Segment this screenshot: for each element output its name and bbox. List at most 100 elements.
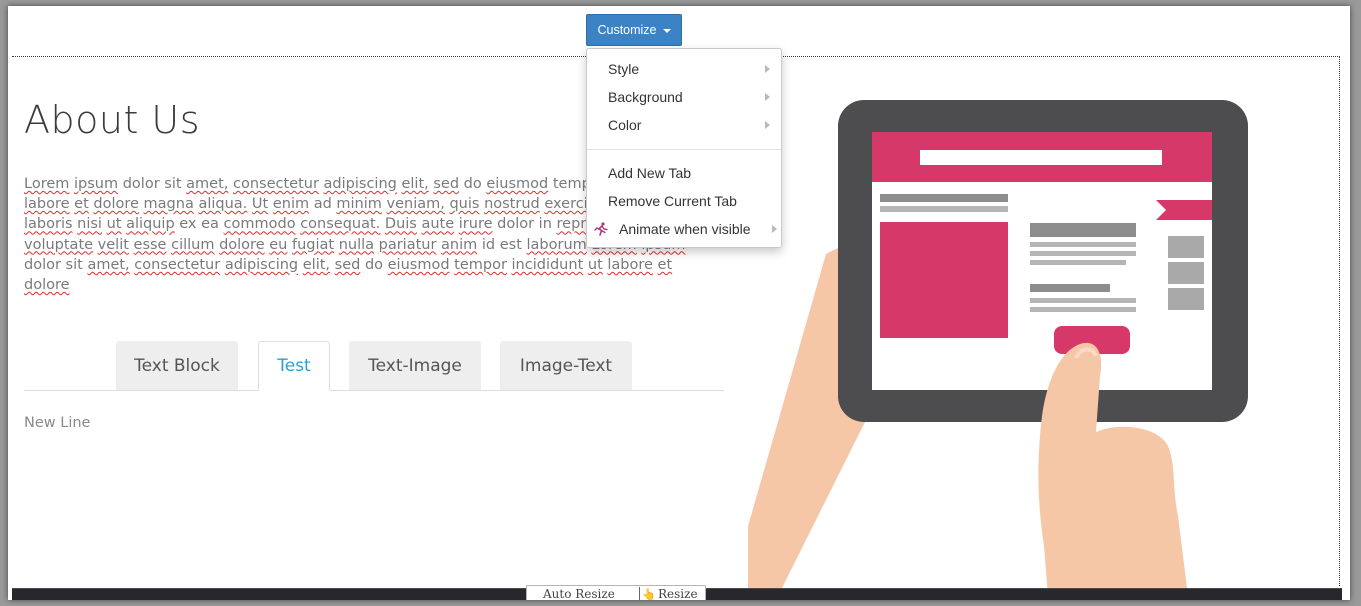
- screen-thumbnail: [1168, 236, 1204, 258]
- paragraph-word: dolor: [122, 176, 160, 192]
- paragraph-word: nisi: [77, 216, 102, 233]
- paragraph-word: ea: [201, 216, 219, 233]
- screen-text-line: [880, 194, 1008, 202]
- paragraph-word: et: [74, 196, 89, 213]
- screen-thumbnail: [1168, 288, 1204, 310]
- paragraph-word: Duis: [384, 216, 417, 233]
- menu-item-label: Add New Tab: [608, 165, 692, 181]
- paragraph-word: anim: [441, 236, 478, 253]
- paragraph-word: ipsum: [74, 176, 119, 192]
- paragraph-word: nostrud: [484, 196, 540, 213]
- paragraph-word: nulla: [338, 236, 375, 253]
- paragraph-word: Ut: [251, 196, 269, 213]
- screen-text-line: [1030, 307, 1136, 312]
- screen-text-line: [1030, 284, 1110, 292]
- paragraph-word: magna: [143, 196, 194, 213]
- menu-item-label: Style: [608, 61, 640, 77]
- paragraph-word: sed: [433, 176, 460, 192]
- tab-text-image[interactable]: Text-Image: [349, 341, 481, 390]
- paragraph-word: labore: [24, 196, 70, 213]
- menu-item-label: Animate when visible: [619, 221, 751, 237]
- paragraph-word: amet,: [186, 176, 229, 192]
- paragraph-word: aute: [421, 216, 455, 233]
- customize-button[interactable]: Customize: [586, 14, 682, 46]
- paragraph-word: eu: [269, 236, 288, 253]
- screen-thumbnail: [1168, 262, 1204, 284]
- paragraph-word: enim: [272, 196, 310, 213]
- screen-text-line: [1030, 251, 1136, 256]
- paragraph-word: irure: [458, 216, 493, 233]
- paragraph-word: ut: [587, 256, 603, 273]
- paragraph-word: dolore: [93, 196, 139, 213]
- paragraph-word: voluptate: [24, 236, 94, 253]
- menu-item-label: Color: [608, 117, 642, 133]
- paragraph-word: adipiscing: [323, 176, 397, 192]
- paragraph-word: id: [481, 236, 496, 253]
- paragraph-word: adipiscing: [224, 256, 299, 273]
- paragraph-word: laboris: [24, 216, 73, 233]
- menu-item-background[interactable]: Background: [587, 85, 781, 109]
- paragraph-word: est: [499, 236, 522, 253]
- chevron-right-icon: [765, 93, 770, 101]
- paragraph-word: consectetur: [134, 256, 221, 273]
- paragraph-word: elit,: [401, 176, 429, 192]
- paragraph-word: cillum: [171, 236, 215, 253]
- screen-text-line: [1030, 260, 1126, 265]
- paragraph-word: elit,: [302, 256, 331, 273]
- menu-item-add-new-tab[interactable]: Add New Tab: [587, 161, 781, 185]
- resize-button[interactable]: Resize: [652, 587, 698, 600]
- paragraph-word: eiusmod: [486, 176, 549, 192]
- paragraph-word: Lorem: [24, 176, 70, 192]
- menu-item-label: Remove Current Tab: [608, 193, 737, 209]
- screen-text-line: [1030, 298, 1136, 303]
- paragraph-word: aliquip: [126, 216, 175, 233]
- auto-resize-button[interactable]: Auto Resize: [527, 587, 637, 600]
- paragraph-word: esse: [133, 236, 167, 253]
- paragraph-word: dolor: [497, 216, 535, 233]
- page-heading: About Us: [24, 98, 201, 142]
- paragraph-word: fugiat: [291, 236, 335, 253]
- paragraph-word: incididunt: [511, 256, 584, 273]
- paragraph-word: laborum: [526, 236, 587, 253]
- paragraph-word: ut: [106, 216, 122, 233]
- running-man-icon: [594, 222, 608, 236]
- tab-content-text: New Line: [24, 415, 91, 431]
- paragraph-word: eiusmod: [387, 256, 450, 273]
- paragraph-word: minim: [336, 196, 382, 213]
- paragraph-word: tempor: [454, 256, 507, 273]
- paragraph-word: amet,: [87, 256, 130, 273]
- menu-item-style[interactable]: Style: [587, 57, 781, 81]
- screen-text-line: [1030, 223, 1136, 237]
- paragraph-word: veniam,: [386, 196, 445, 213]
- menu-item-color[interactable]: Color: [587, 113, 781, 137]
- editor-frame: About Us Lorem ipsum dolor sit amet, con…: [8, 6, 1350, 600]
- paragraph-word: labore: [607, 256, 653, 273]
- tab-text-block[interactable]: Text Block: [116, 341, 238, 390]
- divider: [639, 587, 640, 600]
- paragraph-word: commodo: [223, 216, 296, 233]
- tab-test[interactable]: Test: [258, 341, 330, 391]
- menu-item-animate-when-visible[interactable]: Animate when visible: [587, 217, 781, 241]
- resize-controls: Auto Resize 👆 Resize: [526, 585, 706, 600]
- paragraph-word: et: [657, 256, 673, 273]
- paragraph-word: aliqua.: [198, 196, 248, 213]
- paragraph-word: do: [463, 176, 482, 192]
- paragraph-word: do: [364, 256, 384, 273]
- paragraph-word: dolore: [219, 236, 265, 253]
- paragraph-word: in: [538, 216, 552, 233]
- paragraph-word: sit: [65, 256, 83, 273]
- screen-text-line: [880, 206, 1008, 212]
- chevron-right-icon: [772, 225, 777, 233]
- tab-image-text[interactable]: Image-Text: [500, 341, 632, 390]
- resize-cursor-icon: 👆: [642, 587, 656, 601]
- paragraph-word: ad: [313, 196, 332, 213]
- screen-text-line: [1030, 242, 1136, 247]
- chevron-right-icon: [765, 65, 770, 73]
- paragraph-word: ex: [179, 216, 197, 233]
- customize-label: Customize: [597, 23, 657, 37]
- paragraph-word: quis: [449, 196, 480, 213]
- paragraph-word: velit: [97, 236, 129, 253]
- menu-item-remove-current-tab[interactable]: Remove Current Tab: [587, 189, 781, 213]
- customize-menu: Style Background Color Add New Tab Remov…: [586, 48, 782, 248]
- menu-divider: [587, 149, 781, 150]
